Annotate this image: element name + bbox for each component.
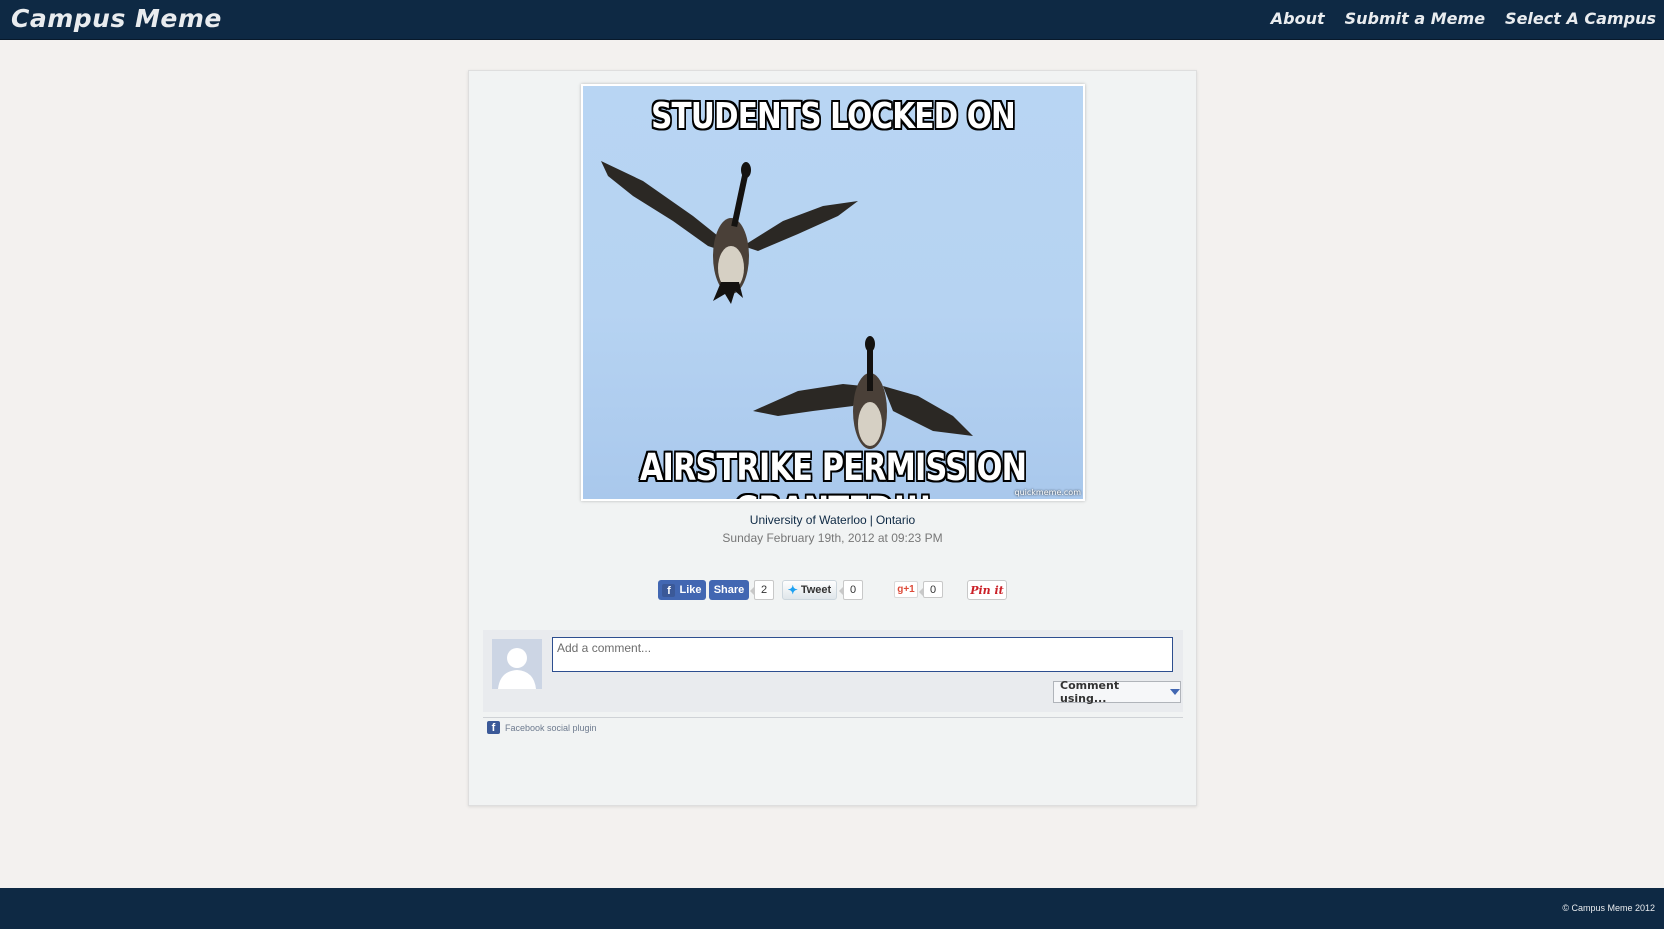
- goose-upper: [601, 161, 858, 304]
- plugin-label: Facebook social plugin: [505, 722, 597, 733]
- avatar-silhouette-icon: [492, 639, 542, 689]
- like-label: Like: [679, 584, 702, 596]
- comment-using-dropdown[interactable]: Comment using...: [1053, 679, 1181, 705]
- tweet-label: Tweet: [800, 584, 832, 596]
- meme-bottom-caption: AIRSTRIKE PERMISSION GRANTED!!!: [639, 446, 1027, 499]
- social-share-row: f Like Share 2 ✦ Tweet 0 g+1 0 Pin it: [469, 580, 1196, 602]
- facebook-like-button[interactable]: f Like: [658, 580, 706, 600]
- facebook-share-count: 2: [750, 580, 774, 600]
- facebook-icon: f: [662, 583, 676, 597]
- default-avatar: [492, 639, 542, 689]
- footer: © Campus Meme 2012: [0, 888, 1664, 929]
- facebook-share-button[interactable]: Share: [709, 580, 749, 600]
- nav-submit-meme-link[interactable]: Submit a Meme: [1345, 9, 1485, 28]
- tweet-button[interactable]: ✦ Tweet: [782, 580, 837, 600]
- facebook-social-plugin-link[interactable]: f Facebook social plugin: [487, 721, 597, 734]
- top-navbar: Campus Meme About Submit a Meme Select A…: [0, 0, 1664, 40]
- brand-logo-link[interactable]: Campus Meme: [11, 4, 222, 33]
- google-plus-count: 0: [919, 581, 943, 598]
- location-separator: |: [869, 513, 873, 527]
- university-link[interactable]: University of Waterloo: [750, 513, 867, 527]
- province-link[interactable]: Ontario: [876, 513, 915, 527]
- meme-card: STUDENTS LOCKED ON AIRSTRIKE PERMISSION …: [468, 70, 1197, 806]
- tweet-count: 0: [839, 580, 863, 600]
- comment-input[interactable]: [552, 637, 1173, 672]
- chevron-down-icon: [1170, 689, 1180, 695]
- nav-select-campus-link[interactable]: Select A Campus: [1505, 9, 1656, 28]
- facebook-icon: f: [487, 721, 500, 734]
- nav-about-link[interactable]: About: [1271, 9, 1325, 28]
- copyright-text: © Campus Meme 2012: [1562, 903, 1655, 913]
- meme-watermark: quickmeme.com: [1014, 488, 1081, 497]
- meme-top-caption: STUDENTS LOCKED ON: [651, 96, 1016, 137]
- nav-links: About Submit a Meme Select A Campus: [1271, 9, 1656, 28]
- post-date: Sunday February 19th, 2012 at 09:23 PM: [722, 531, 943, 545]
- goose-lower: [753, 336, 973, 449]
- twitter-bird-icon: ✦: [787, 583, 798, 597]
- campus-location: University of Waterloo | Ontario: [469, 513, 1196, 527]
- pinterest-pin-button[interactable]: Pin it: [967, 580, 1007, 600]
- google-plus-button[interactable]: g+1: [894, 581, 918, 598]
- facebook-comments-box: Comment using...: [483, 630, 1183, 712]
- meme-image: STUDENTS LOCKED ON AIRSTRIKE PERMISSION …: [581, 84, 1085, 501]
- comments-divider: [483, 717, 1183, 718]
- geese-illustration: [601, 161, 973, 449]
- comment-using-label: Comment using...: [1060, 679, 1120, 705]
